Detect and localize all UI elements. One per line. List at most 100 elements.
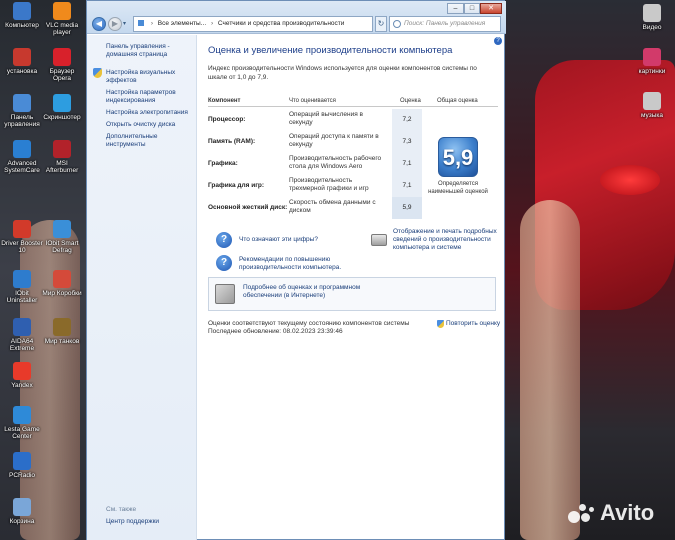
see-also-heading: См. также — [106, 506, 137, 513]
home-link[interactable]: Панель управления - домашняя страница — [106, 43, 194, 59]
app-icon — [13, 270, 31, 288]
software-info-icon — [215, 284, 235, 304]
table-header: Компонент Что оценивается Оценка Общая о… — [208, 95, 498, 107]
link-details-online[interactable]: Подробнее об оценках и программном обесп… — [243, 284, 373, 300]
desktop-shortcut-label: Компьютер — [5, 22, 39, 29]
desktop-shortcut[interactable]: MSI Afterburner — [40, 140, 84, 174]
maximize-button[interactable]: □ — [464, 3, 480, 14]
desktop-shortcut[interactable]: Панель управления — [0, 94, 44, 128]
header-what: Что оценивается — [289, 98, 336, 104]
desktop-shortcut-label: Панель управления — [4, 114, 40, 128]
app-icon — [13, 2, 31, 20]
app-icon — [53, 140, 71, 158]
desktop-shortcut[interactable]: PCRadio — [0, 452, 44, 479]
desktop-shortcut[interactable]: Скриншотер — [40, 94, 84, 121]
desktop-shortcut-label: установка — [6, 68, 38, 75]
desktop-shortcut[interactable]: Компьютер — [0, 2, 44, 29]
wallpaper-car-lamp — [600, 165, 660, 195]
desktop-shortcut[interactable]: Advanced SystemCare — [0, 140, 44, 174]
link-what-mean[interactable]: Что означают эти цифры? — [239, 236, 349, 244]
link-visual-effects[interactable]: Настройка визуальных эффектов — [106, 69, 194, 85]
row-score: 7,1 — [392, 175, 422, 197]
link-indexing[interactable]: Настройка параметров индексирования — [106, 89, 194, 105]
desktop-shortcut-label: Мир танков — [44, 338, 80, 345]
desktop-shortcut-label: AIDA64 Extreme — [9, 338, 35, 352]
page-title: Оценка и увеличение производительности к… — [208, 45, 453, 56]
desktop-shortcut[interactable]: Driver Booster 10 — [0, 220, 44, 254]
link-print-details[interactable]: Отображение и печать подробных сведений … — [393, 228, 501, 252]
row-score: 5,9 — [392, 197, 422, 219]
row-description: Операций вычисления в секунду — [289, 111, 364, 126]
last-update: Последнее обновление: 08.02.2023 23:39:4… — [208, 328, 343, 335]
minimize-button[interactable]: – — [447, 3, 464, 14]
link-advanced-tools[interactable]: Дополнительные инструменты — [106, 133, 194, 149]
table-row: Графика: Производительность рабочего сто… — [208, 153, 422, 175]
rerun-assessment-link[interactable]: Повторить оценку — [437, 320, 500, 328]
link-disk-cleanup[interactable]: Открыть очистку диска — [106, 121, 194, 129]
desktop-shortcut[interactable]: Мир Коробки — [40, 270, 84, 297]
breadcrumb-all-items[interactable]: Все элементы... — [158, 20, 206, 27]
question-icon: ? — [216, 255, 232, 271]
header-score: Оценка — [400, 98, 421, 104]
breadcrumb-performance[interactable]: Счетчики и средства производительности — [218, 20, 344, 27]
address-bar[interactable]: › Все элементы... › Счетчики и средства … — [133, 16, 373, 32]
desktop-shortcut[interactable]: IObit Uninstaller — [0, 270, 44, 304]
desktop-shortcut[interactable]: AIDA64 Extreme — [0, 318, 44, 352]
desktop-shortcut[interactable]: Видео — [630, 4, 674, 31]
desktop-shortcut[interactable]: установка — [0, 48, 44, 75]
desktop-shortcut-label: Корзина — [9, 518, 35, 525]
desktop-shortcut-label: музыка — [640, 112, 664, 119]
row-component: Основной жесткий диск: — [208, 204, 288, 211]
shield-icon — [437, 320, 444, 328]
app-icon — [13, 48, 31, 66]
desktop-shortcut[interactable]: Lesta Game Center — [0, 406, 44, 440]
refresh-button[interactable]: ↻ — [375, 16, 387, 32]
search-placeholder: Поиск: Панель управления — [404, 20, 486, 27]
link-power[interactable]: Настройка электропитания — [106, 109, 194, 117]
desktop-shortcut[interactable]: Корзина — [0, 498, 44, 525]
table-row: Память (RAM): Операций доступа к памяти … — [208, 131, 422, 153]
table-row: Основной жесткий диск: Скорость обмена д… — [208, 197, 422, 219]
printer-icon — [371, 234, 387, 246]
header-overall: Общая оценка — [437, 98, 478, 104]
window-titlebar[interactable]: – □ ✕ ◀ ▶ ▾ › Все элементы... › Счетчики… — [87, 1, 506, 34]
base-score-badge: 5,9 — [438, 137, 478, 177]
desktop-shortcut-label: VLC media player — [45, 22, 79, 36]
app-icon — [53, 94, 71, 112]
back-button[interactable]: ◀ — [92, 17, 106, 31]
history-dropdown-icon[interactable]: ▾ — [123, 20, 126, 27]
link-recommendations[interactable]: Рекомендации по повышению производительн… — [239, 256, 354, 272]
desktop-shortcut-label: Видео — [642, 24, 662, 31]
help-icon[interactable]: ? — [494, 37, 502, 45]
app-icon — [53, 270, 71, 288]
forward-button[interactable]: ▶ — [108, 17, 122, 31]
app-icon — [13, 498, 31, 516]
row-description: Операций доступа к памяти в секунду — [289, 133, 379, 148]
row-component: Графика: — [208, 160, 238, 167]
desktop-shortcut[interactable]: музыка — [630, 92, 674, 119]
row-component: Графика для игр: — [208, 182, 265, 189]
desktop-shortcut-label: Мир Коробки — [42, 290, 82, 297]
desktop-shortcut[interactable]: Yandex — [0, 362, 44, 389]
app-icon — [53, 2, 71, 20]
desktop-shortcut[interactable]: картинки — [630, 48, 674, 75]
control-panel-window: – □ ✕ ◀ ▶ ▾ › Все элементы... › Счетчики… — [86, 0, 506, 540]
desktop-shortcut-label: Driver Booster 10 — [1, 240, 43, 254]
avito-wordmark: Avito — [600, 500, 655, 525]
row-description: Производительность рабочего стола для Wi… — [289, 155, 382, 170]
close-button[interactable]: ✕ — [480, 3, 502, 14]
search-input[interactable]: Поиск: Панель управления — [389, 16, 501, 32]
folder-icon — [643, 48, 661, 66]
question-icon: ? — [216, 232, 232, 248]
link-action-center[interactable]: Центр поддержки — [106, 518, 159, 525]
desktop-shortcut[interactable]: Мир танков — [40, 318, 84, 345]
desktop-shortcut[interactable]: IObit Smart Defrag — [40, 220, 84, 254]
desktop-shortcut-label: Advanced SystemCare — [4, 160, 40, 174]
app-icon — [13, 452, 31, 470]
desktop-shortcut-label: PCRadio — [8, 472, 35, 479]
desktop-shortcut[interactable]: Браузер Opera — [40, 48, 84, 82]
shield-icon — [93, 68, 102, 78]
row-score: 7,2 — [392, 109, 422, 131]
app-icon — [13, 318, 31, 336]
desktop-shortcut[interactable]: VLC media player — [40, 2, 84, 36]
